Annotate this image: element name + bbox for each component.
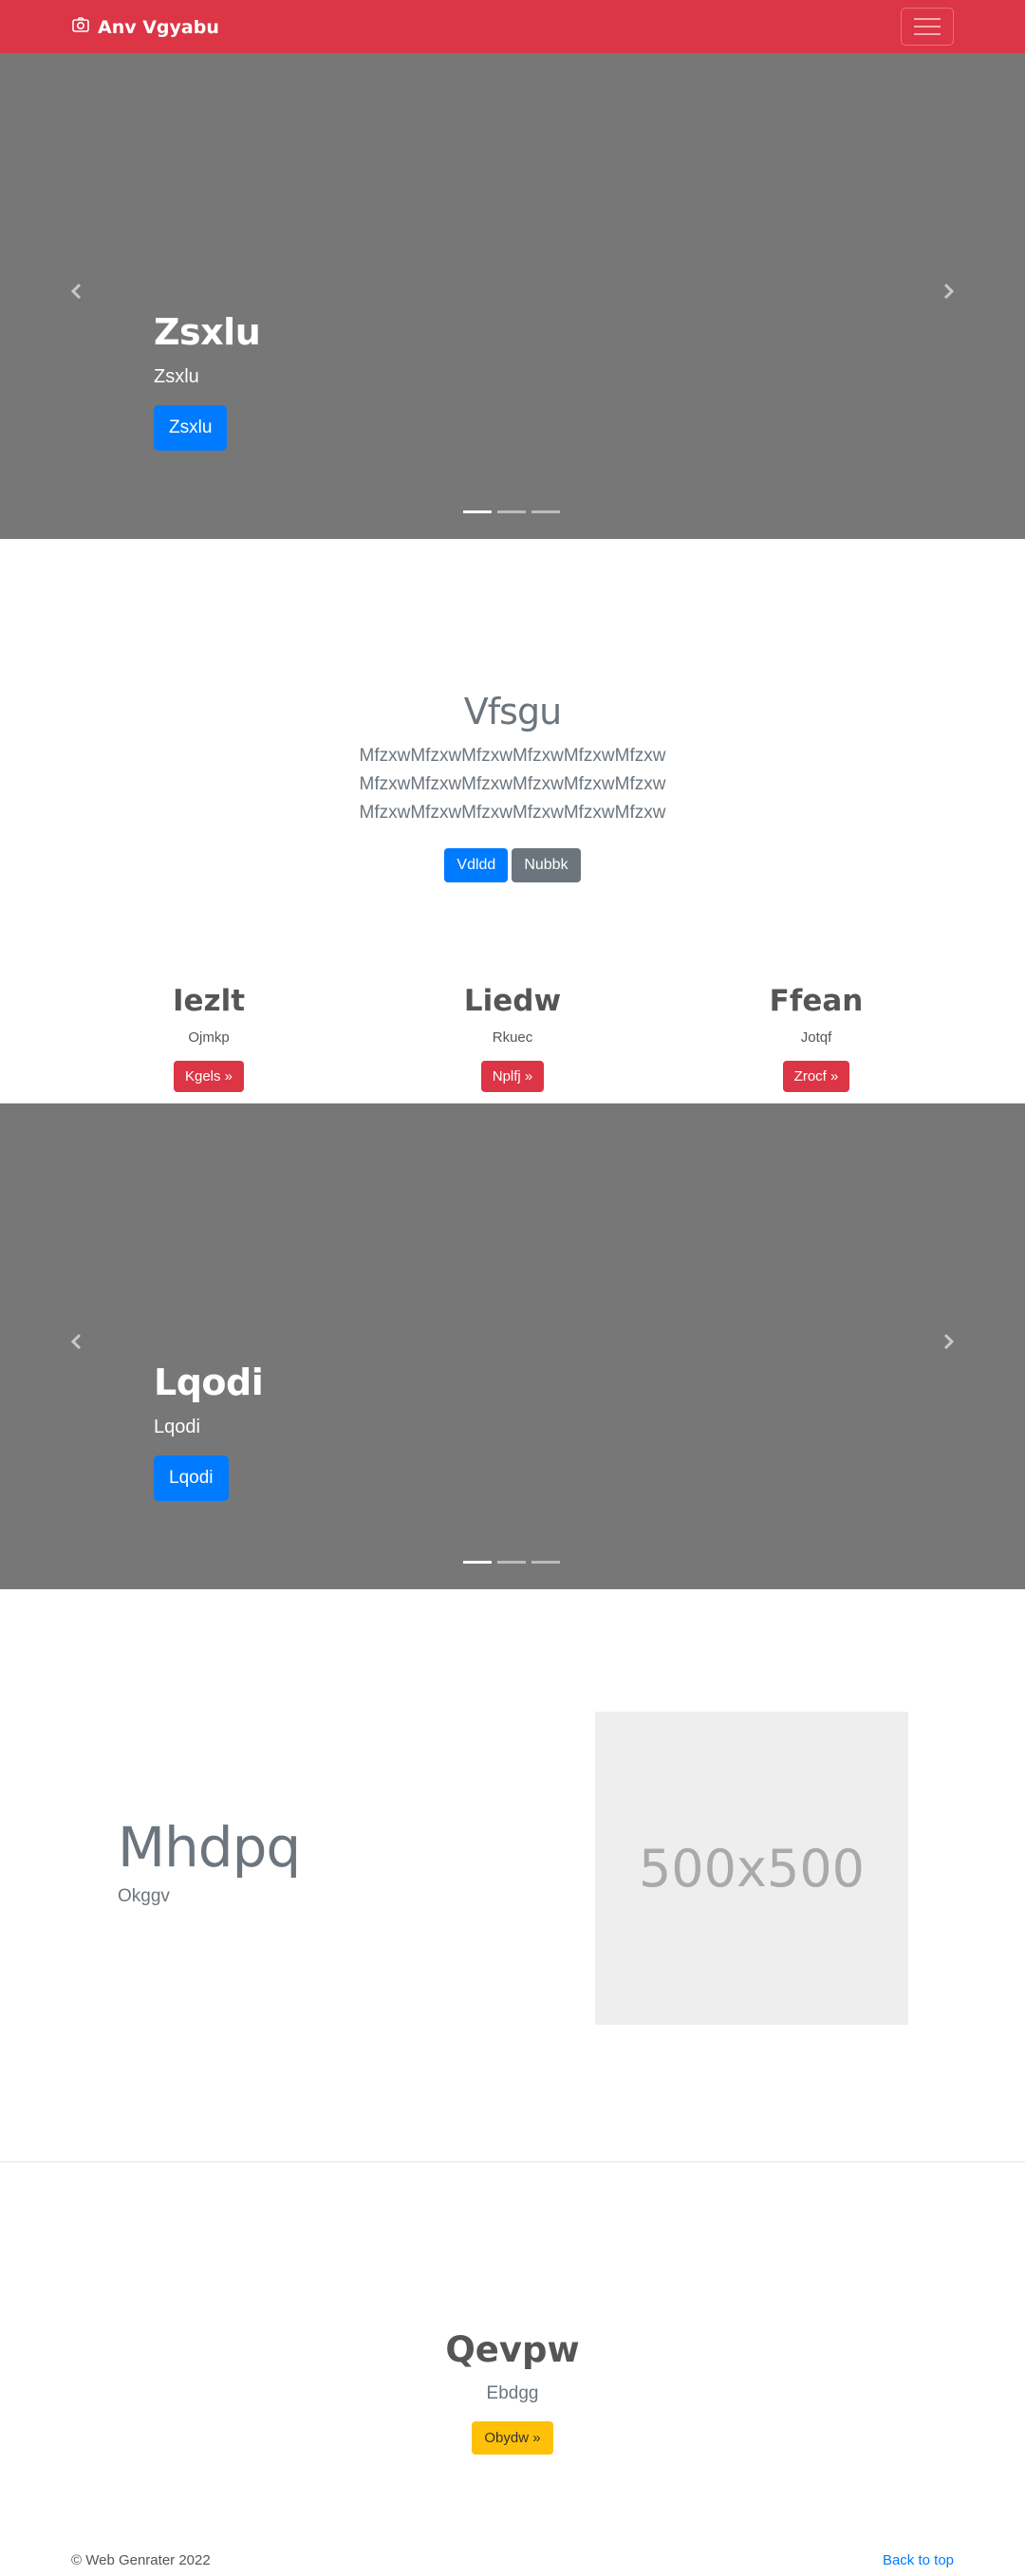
chevron-right-icon [943, 1333, 955, 1350]
jumbotron: Vfsgu MfzxwMfzxwMfzxwMfzxwMfzxwMfzxw Mfz… [0, 691, 1025, 882]
cta-title: Qevpw [445, 2329, 580, 2370]
camera-icon [71, 15, 90, 39]
cta-button[interactable]: Obydw » [472, 2421, 553, 2455]
lead-line: MfzxwMfzxwMfzxwMfzxwMfzxwMfzxw [359, 774, 666, 794]
carousel-subtitle: Zsxlu [154, 366, 199, 387]
column-item: Ffean Jotqf Zrocf » [674, 984, 959, 1092]
secondary-button[interactable]: Nubbk [512, 848, 581, 882]
back-to-top-link[interactable]: Back to top [883, 2552, 954, 2568]
column-button[interactable]: Kgels » [173, 1061, 245, 1092]
carousel-indicator[interactable] [463, 510, 492, 513]
hamburger-icon-line [914, 33, 941, 35]
carousel-indicator[interactable] [497, 510, 526, 513]
carousel-indicator[interactable] [531, 510, 560, 513]
column-title: Iezlt [172, 984, 246, 1018]
lead-line: MfzxwMfzxwMfzxwMfzxwMfzxwMfzxw [359, 803, 666, 823]
chevron-left-icon [70, 1333, 82, 1350]
carousel-title: Zsxlu [154, 311, 261, 353]
navbar: Anv Vgyabu [0, 0, 1025, 53]
carousel-subtitle: Lqodi [154, 1417, 200, 1437]
column-text: Jotqf [800, 1029, 832, 1046]
brand-link[interactable]: Anv Vgyabu [71, 15, 219, 39]
feature-section: Mhdpq Okggv 500x500 [0, 1589, 1025, 2161]
carousel-prev-button[interactable] [66, 1331, 87, 1352]
cta-subtitle: Ebdgg [486, 2383, 539, 2403]
column-button[interactable]: Nplfj » [480, 1061, 545, 1092]
carousel-caption: Lqodi Lqodi Lqodi [154, 1362, 264, 1501]
footer-copyright: © Web Genrater 2022 [71, 2552, 211, 2568]
column-text: Rkuec [492, 1029, 533, 1046]
carousel-indicator[interactable] [531, 1561, 560, 1564]
column-title: Liedw [463, 984, 562, 1018]
carousel-next-button[interactable] [938, 281, 959, 302]
hamburger-icon-line [914, 26, 941, 28]
section-divider [0, 2161, 1025, 2162]
lead-line: MfzxwMfzxwMfzxwMfzxwMfzxwMfzxw [359, 746, 666, 766]
carousel-next-button[interactable] [938, 1331, 959, 1352]
jumbotron-title: Vfsgu [463, 691, 562, 732]
navbar-toggler-button[interactable] [901, 8, 954, 46]
carousel-indicator[interactable] [463, 1561, 492, 1564]
secondary-carousel: Lqodi Lqodi Lqodi [0, 1103, 1025, 1589]
carousel-indicators [463, 510, 560, 513]
carousel-cta-button[interactable]: Zsxlu [154, 405, 228, 451]
placeholder-label: 500x500 [638, 1838, 866, 1899]
carousel-cta-button[interactable]: Lqodi [154, 1455, 229, 1501]
column-title: Ffean [769, 984, 864, 1018]
placeholder-image: 500x500 [595, 1712, 908, 2025]
brand-name: Anv Vgyabu [98, 16, 219, 38]
carousel-prev-button[interactable] [66, 281, 87, 302]
carousel-indicators [463, 1561, 560, 1564]
carousel-indicator[interactable] [497, 1561, 526, 1564]
footer: © Web Genrater 2022 Back to top [0, 2552, 1025, 2571]
jumbotron-buttons: Vdldd Nubbk [0, 848, 1025, 882]
feature-subtitle: Okggv [118, 1886, 170, 1906]
hamburger-icon [914, 18, 941, 20]
column-item: Liedw Rkuec Nplfj » [370, 984, 655, 1092]
feature-title: Mhdpq [118, 1815, 301, 1880]
primary-button[interactable]: Vdldd [444, 848, 509, 882]
column-button[interactable]: Zrocf » [782, 1061, 850, 1092]
jumbotron-lead: MfzxwMfzxwMfzxwMfzxwMfzxwMfzxw MfzxwMfzx… [0, 742, 1025, 827]
column-text: Ojmkp [188, 1029, 230, 1046]
carousel-title: Lqodi [154, 1362, 264, 1403]
hero-carousel: Zsxlu Zsxlu Zsxlu [0, 53, 1025, 539]
chevron-left-icon [70, 283, 82, 300]
cta-section: Qevpw Ebdgg Obydw » [0, 2329, 1025, 2455]
column-item: Iezlt Ojmkp Kgels » [66, 984, 351, 1092]
chevron-right-icon [943, 283, 955, 300]
carousel-caption: Zsxlu Zsxlu Zsxlu [154, 311, 261, 451]
